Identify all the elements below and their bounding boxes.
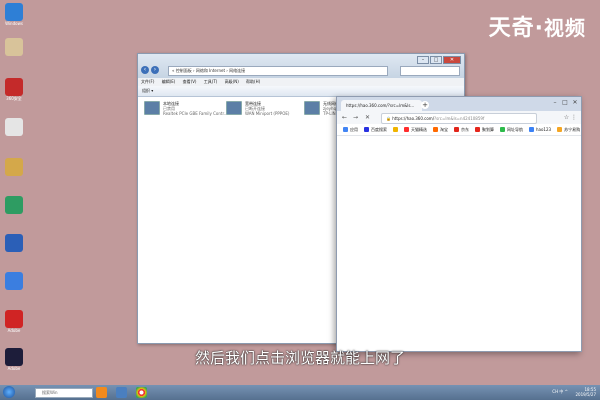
start-button[interactable] [3,386,15,398]
menu-bar: 文件(F) 编辑(E) 查看(V) 工具(T) 高级(N) 帮助(H) [138,78,464,86]
network-adapter-icon [226,101,242,115]
juhuasuan-icon [475,127,480,132]
desktop-icon[interactable]: Adobe [3,310,25,333]
forward-icon[interactable]: › [151,66,159,74]
logo-text: 视频 [544,16,586,40]
bookmark-item[interactable]: 应用 [343,127,358,133]
jd-icon [454,127,459,132]
bookmark-item[interactable]: hao123 [529,127,551,132]
suning-icon [557,127,563,132]
page-content [337,136,581,351]
connection-item[interactable]: 宽带连接 已断开连接 WAN Miniport (PPPOE) [226,101,289,116]
app-icon [5,118,23,136]
maximize-button[interactable]: □ [430,56,442,64]
bookmarks-bar: 应用 百度搜索 天猫精选 淘宝 京东 聚划算 网址导航 hao123 苏宁易购 [337,124,581,136]
watermark-logo: 天奇·视频 [488,16,586,41]
back-icon[interactable]: ‹ [141,66,149,74]
search-input[interactable] [400,66,460,76]
minimize-button[interactable]: – [551,99,559,106]
taskbar: 搜索Win CH 中 ^ 18:55 2019/5/27 [0,385,600,400]
close-button[interactable]: ✕ [571,99,579,106]
lock-icon: 🔒 [386,116,391,121]
wireless-adapter-icon [304,101,320,115]
nav-buttons: ‹ › [141,66,159,74]
bookmark-item[interactable]: 天猫精选 [404,127,427,133]
app-icon [5,234,23,252]
adobe-icon [5,310,23,328]
menu-edit[interactable]: 编辑(E) [162,79,176,84]
hao123-icon [529,127,534,132]
desktop-icon[interactable]: 360安全 [3,78,25,101]
desktop-icon[interactable] [3,158,25,176]
minimize-button[interactable]: – [417,56,429,64]
logo-text: 天奇 [488,16,535,41]
tmall-icon [404,127,409,132]
bookmark-item[interactable]: 聚划算 [475,127,494,133]
folder-icon [5,158,23,176]
bookmark-item[interactable]: 京东 [454,127,469,133]
desktop-icon[interactable] [3,38,25,56]
menu-help[interactable]: 帮助(H) [246,79,260,84]
window-controls: – □ ✕ [417,56,461,64]
desktop-icon[interactable] [3,118,25,136]
desktop-icon[interactable] [3,234,25,252]
video-subtitle: 然后我们点击浏览器就能上网了 [194,349,405,367]
menu-file[interactable]: 文件(F) [141,79,154,84]
url-bar[interactable]: 🔒 https://hao.360.com/?src=lm&ls=n424108… [381,113,537,124]
maximize-button[interactable]: □ [561,99,569,106]
app-icon [5,38,23,56]
app-icon [5,3,23,21]
close-button[interactable]: ✕ [443,56,461,64]
taobao-icon [433,127,438,132]
taskbar-app-icon[interactable] [116,387,127,398]
bookmark-icon [393,127,398,132]
network-adapter-icon [144,101,160,115]
chrome-icon[interactable] [136,387,147,398]
taskbar-search[interactable]: 搜索Win [35,388,93,398]
explorer-titlebar: – □ ✕ ‹ › « 控制面板 › 网络和 Internet › 网络连接 [138,54,464,78]
new-tab-button[interactable]: + [421,101,429,109]
browser-window[interactable]: https://hao.360.com/?src=lm&ls... + – □ … [336,96,582,352]
menu-icon[interactable]: ☆ ⋮ [564,114,577,121]
menu-tools[interactable]: 工具(T) [204,79,218,84]
browser-tab[interactable]: https://hao.360.com/?src=lm&ls... [341,100,422,111]
organize-button[interactable]: 组织 ▾ [142,88,153,93]
window-controls: – □ ✕ [551,99,579,106]
bookmark-item[interactable] [393,127,398,132]
taskbar-app-icon[interactable] [96,387,107,398]
desktop-icon[interactable] [3,196,25,214]
menu-view[interactable]: 查看(V) [183,79,197,84]
back-icon[interactable]: ← [342,114,347,121]
bookmark-item[interactable]: 网址导航 [500,127,523,133]
app-icon [5,78,23,96]
tray-icons[interactable]: CH 中 ^ [552,389,568,395]
browser-toolbar: ← → ✕ 🔒 https://hao.360.com/?src=lm&ls=n… [337,111,581,124]
app-icon [5,272,23,290]
nav-icon [500,127,505,132]
forward-icon[interactable]: → [353,114,358,121]
bookmark-item[interactable]: 淘宝 [433,127,448,133]
menu-advanced[interactable]: 高级(N) [225,79,239,84]
address-bar[interactable]: « 控制面板 › 网络和 Internet › 网络连接 [168,66,388,76]
apps-icon [343,127,348,132]
clock[interactable]: 18:55 2019/5/27 [575,387,596,397]
stop-icon[interactable]: ✕ [365,114,370,121]
baidu-icon [364,127,369,132]
desktop-icon[interactable]: Windows [3,3,25,26]
bookmark-item[interactable]: 百度搜索 [364,127,387,133]
connection-item[interactable]: 本地连接 已禁用 Realtek PCIe GBE Family Contr... [144,101,228,116]
desktop-icon[interactable] [3,272,25,290]
tab-strip: https://hao.360.com/?src=lm&ls... + – □ … [337,97,581,111]
app-icon [5,196,23,214]
bookmark-item[interactable]: 苏宁易购 [557,127,580,133]
